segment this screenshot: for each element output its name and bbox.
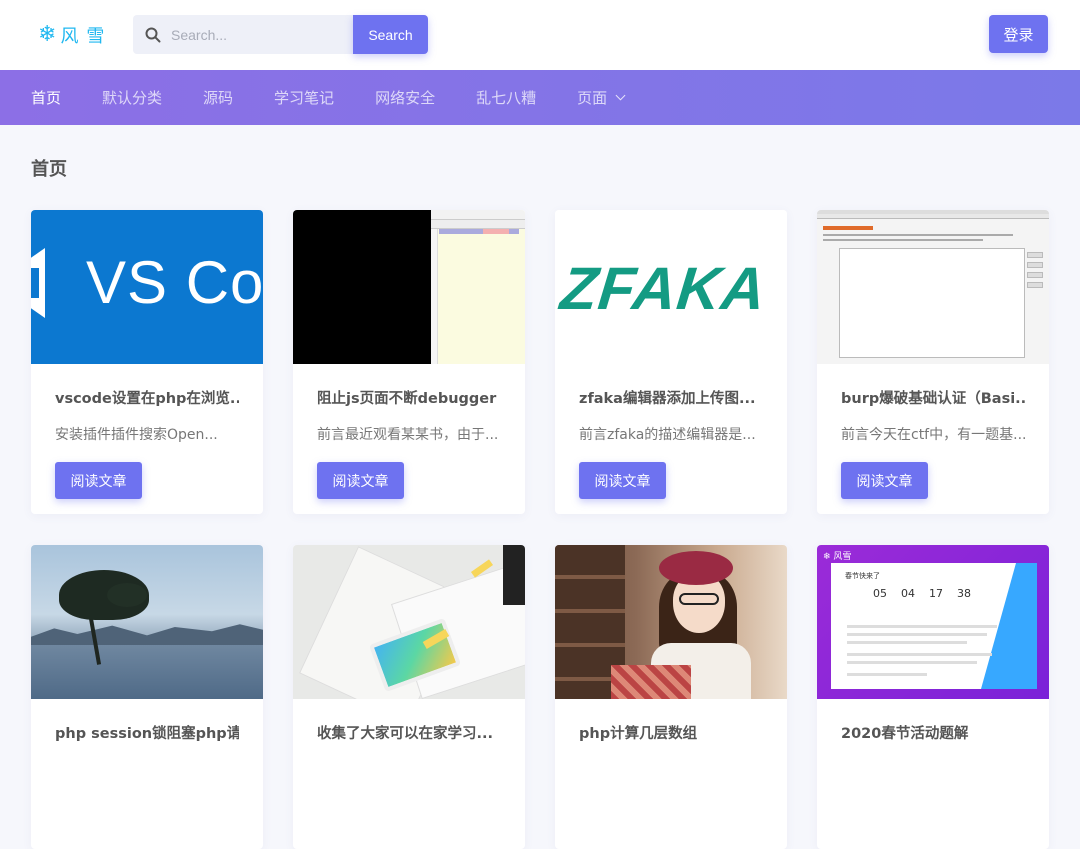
post-thumbnail[interactable]: ZFAKA	[555, 210, 787, 364]
nav-item-pages[interactable]: 页面	[577, 87, 626, 108]
devtools-screenshot	[431, 210, 525, 364]
countdown-seconds: 38	[957, 587, 971, 600]
nav-item-network-security[interactable]: 网络安全	[375, 87, 435, 108]
burp-editor-panel	[839, 248, 1025, 358]
post-title[interactable]: 2020春节活动题解	[841, 722, 1025, 743]
burp-side-button	[1027, 272, 1043, 278]
post-title[interactable]: php session锁阻塞php请...	[55, 722, 239, 743]
burp-menubar	[817, 214, 1049, 219]
countdown-days: 05	[873, 587, 887, 600]
devtools-gutter	[431, 229, 438, 364]
post-title[interactable]: 收集了大家可以在家学习...	[317, 722, 501, 743]
post-card: VS Co vscode设置在php在浏览... 安装插件插件搜索Open...…	[31, 210, 263, 514]
post-thumbnail[interactable]	[31, 545, 263, 699]
devtools-tabs	[431, 210, 525, 220]
text-line-shape	[847, 673, 927, 676]
devtools-toolbar	[431, 220, 525, 229]
snowflake-icon: ❄	[38, 22, 57, 47]
post-card: ❄ 风雪 春节快来了 05 04 17 38 2020春节活动题解	[817, 545, 1049, 849]
post-card: php计算几层数组	[555, 545, 787, 849]
nav-item-study-notes[interactable]: 学习笔记	[274, 87, 334, 108]
sofa-shape	[611, 665, 691, 699]
nav-item-label: 页面	[577, 89, 608, 107]
post-thumbnail[interactable]	[293, 210, 525, 364]
post-card: burp爆破基础认证（Basi... 前言今天在ctf中，有一题基... 阅读文…	[817, 210, 1049, 514]
post-thumbnail[interactable]	[555, 545, 787, 699]
post-thumbnail[interactable]: VS Co	[31, 210, 263, 364]
mountains-shape	[31, 624, 263, 648]
text-line-shape	[847, 633, 987, 636]
search-icon	[145, 27, 161, 42]
search-field[interactable]	[133, 15, 353, 54]
post-excerpt: 前言今天在ctf中，有一题基...	[841, 427, 1025, 443]
post-card: 阻止js页面不断debugger 前言最近观看某某书，由于... 阅读文章	[293, 210, 525, 514]
thumbnail-logo: ❄ 风雪	[823, 552, 852, 562]
text-line-shape	[847, 641, 967, 644]
text-line-shape	[847, 625, 997, 628]
post-excerpt: 安装插件插件搜索Open...	[55, 427, 218, 443]
post-excerpt: 前言zfaka的描述编辑器是...	[579, 427, 756, 443]
read-article-button[interactable]: 阅读文章	[55, 462, 142, 499]
post-thumbnail[interactable]: ❄ 风雪 春节快来了 05 04 17 38	[817, 545, 1049, 699]
post-card: php session锁阻塞php请...	[31, 545, 263, 849]
glasses-shape	[679, 593, 719, 605]
burp-side-button	[1027, 262, 1043, 268]
post-thumbnail[interactable]	[293, 545, 525, 699]
nav-item-label: 源码	[203, 89, 234, 107]
site-logo[interactable]: ❄ 风雪	[38, 22, 112, 48]
nav-item-source-code[interactable]: 源码	[203, 87, 233, 108]
burp-side-button	[1027, 252, 1043, 258]
text-line-shape	[847, 661, 977, 664]
burp-side-button	[1027, 282, 1043, 288]
nav-item-label: 首页	[31, 89, 62, 107]
burp-text-line	[823, 239, 983, 241]
read-article-button[interactable]: 阅读文章	[841, 462, 928, 499]
nav-item-label: 网络安全	[375, 89, 436, 107]
nav-item-label: 学习笔记	[274, 89, 335, 107]
login-button[interactable]: 登录	[989, 15, 1048, 53]
nav-item-home[interactable]: 首页	[31, 87, 61, 108]
post-title[interactable]: burp爆破基础认证（Basi...	[841, 387, 1025, 408]
nav-item-default-category[interactable]: 默认分类	[102, 87, 162, 108]
post-thumbnail[interactable]	[817, 210, 1049, 364]
post-title[interactable]: php计算几层数组	[579, 722, 763, 743]
countdown-heading: 春节快来了	[845, 572, 880, 580]
lake-shape	[31, 645, 263, 699]
countdown-numbers: 05 04 17 38	[873, 587, 971, 600]
main-nav: 首页 默认分类 源码 学习笔记 网络安全 乱七八糟 页面	[0, 70, 1080, 125]
top-header: ❄ 风雪 Search 登录	[0, 0, 1080, 70]
search-button[interactable]: Search	[353, 15, 428, 54]
page-title: 首页	[31, 159, 67, 180]
post-title[interactable]: zfaka编辑器添加上传图...	[579, 387, 763, 408]
countdown-window: 春节快来了 05 04 17 38	[831, 563, 1037, 689]
nav-item-misc[interactable]: 乱七八糟	[476, 87, 536, 108]
beret-shape	[659, 551, 733, 585]
zfaka-logo-text: ZFAKA	[557, 255, 770, 322]
devtools-code-highlight	[483, 229, 509, 234]
read-article-button[interactable]: 阅读文章	[579, 462, 666, 499]
post-title[interactable]: vscode设置在php在浏览...	[55, 387, 239, 408]
text-line-shape	[847, 653, 992, 656]
thumbnail-black-area	[293, 210, 431, 364]
vscode-logo-cutout	[31, 268, 39, 298]
thumbnail-text: VS Co	[86, 249, 263, 316]
burp-section-heading	[823, 226, 873, 230]
read-article-button[interactable]: 阅读文章	[317, 462, 404, 499]
burp-text-line	[823, 234, 1013, 236]
post-grid: VS Co vscode设置在php在浏览... 安装插件插件搜索Open...…	[31, 210, 1049, 849]
countdown-minutes: 17	[929, 587, 943, 600]
post-title[interactable]: 阻止js页面不断debugger	[317, 387, 501, 408]
post-excerpt: 前言最近观看某某书，由于...	[317, 427, 499, 443]
post-card: 收集了大家可以在家学习...	[293, 545, 525, 849]
post-card: ZFAKA zfaka编辑器添加上传图... 前言zfaka的描述编辑器是...…	[555, 210, 787, 514]
search-box: Search	[133, 15, 428, 54]
chevron-down-icon	[615, 90, 626, 101]
countdown-hours: 04	[901, 587, 915, 600]
nav-item-label: 乱七八糟	[476, 89, 537, 107]
device-edge-shape	[503, 545, 525, 605]
tree-crown-shape	[107, 583, 147, 607]
nav-item-label: 默认分类	[102, 89, 163, 107]
search-input[interactable]	[171, 26, 331, 43]
logo-text: 风雪	[60, 26, 113, 47]
